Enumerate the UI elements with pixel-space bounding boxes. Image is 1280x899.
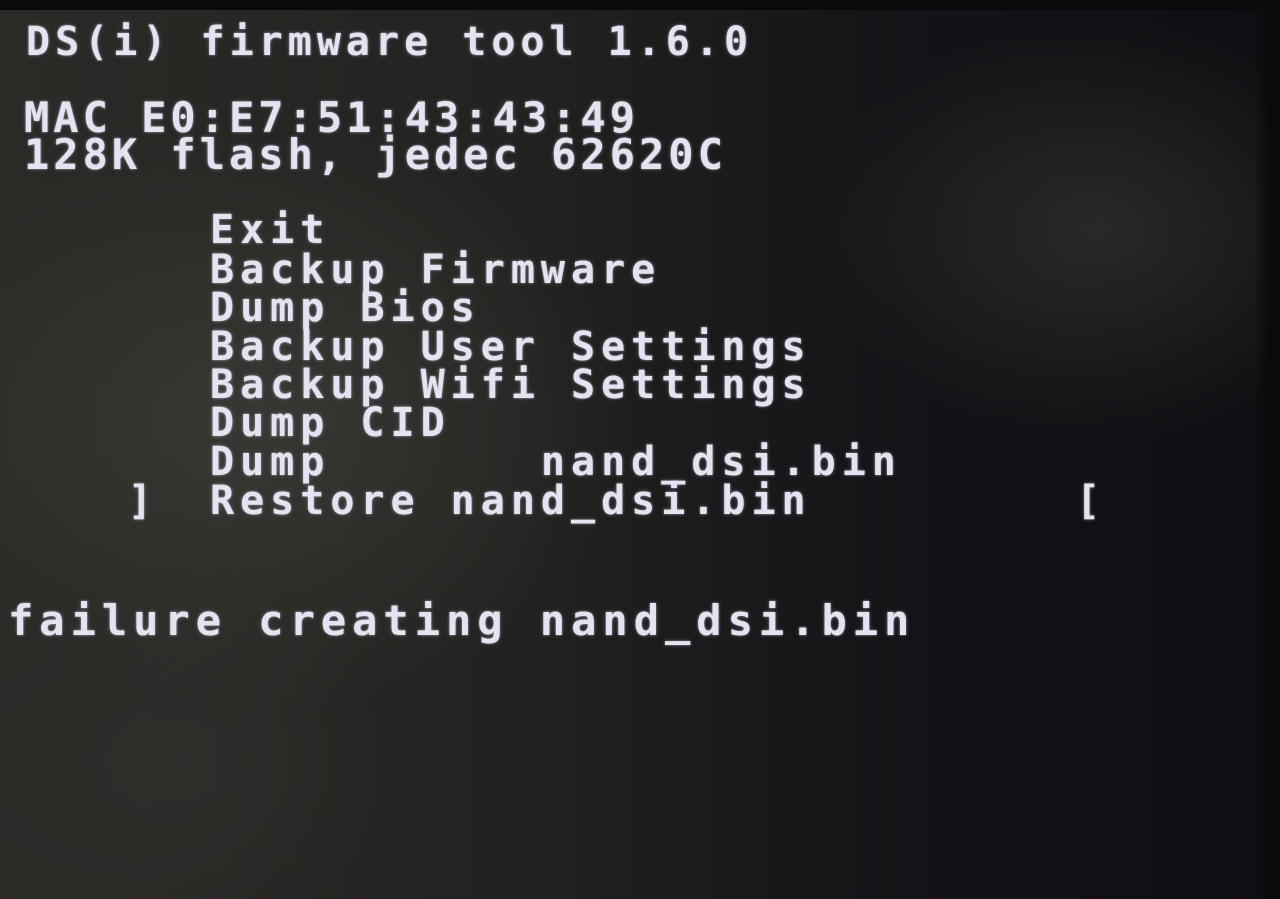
menu-item-dump-cid[interactable]: Dump CID bbox=[210, 403, 451, 443]
menu-item-dump-nand[interactable]: Dump nand_dsi.bin bbox=[210, 442, 902, 482]
status-message: failure creating nand_dsi.bin bbox=[8, 596, 916, 645]
menu-item-backup-firmware[interactable]: Backup Firmware bbox=[210, 250, 661, 290]
menu-item-restore-nand[interactable]: Restore nand_dsi.bin bbox=[210, 481, 812, 521]
selection-cursor-right: [ bbox=[1076, 478, 1104, 524]
menu-item-backup-user-settings[interactable]: Backup User Settings bbox=[210, 327, 812, 367]
screen-bezel-right bbox=[1254, 0, 1280, 899]
menu-item-dump-bios[interactable]: Dump Bios bbox=[210, 288, 481, 328]
menu-item-backup-wifi-settings[interactable]: Backup Wifi Settings bbox=[210, 365, 812, 405]
selection-cursor-left: ] bbox=[128, 478, 156, 524]
menu-item-exit[interactable]: Exit bbox=[210, 210, 330, 250]
flash-info-line: 128K flash, jedec 62620C bbox=[24, 130, 727, 179]
app-title: DS(i) firmware tool 1.6.0 bbox=[26, 19, 754, 65]
ds-screen: DS(i) firmware tool 1.6.0 MAC E0:E7:51:4… bbox=[0, 0, 1280, 899]
screen-bezel-top bbox=[0, 0, 1280, 10]
